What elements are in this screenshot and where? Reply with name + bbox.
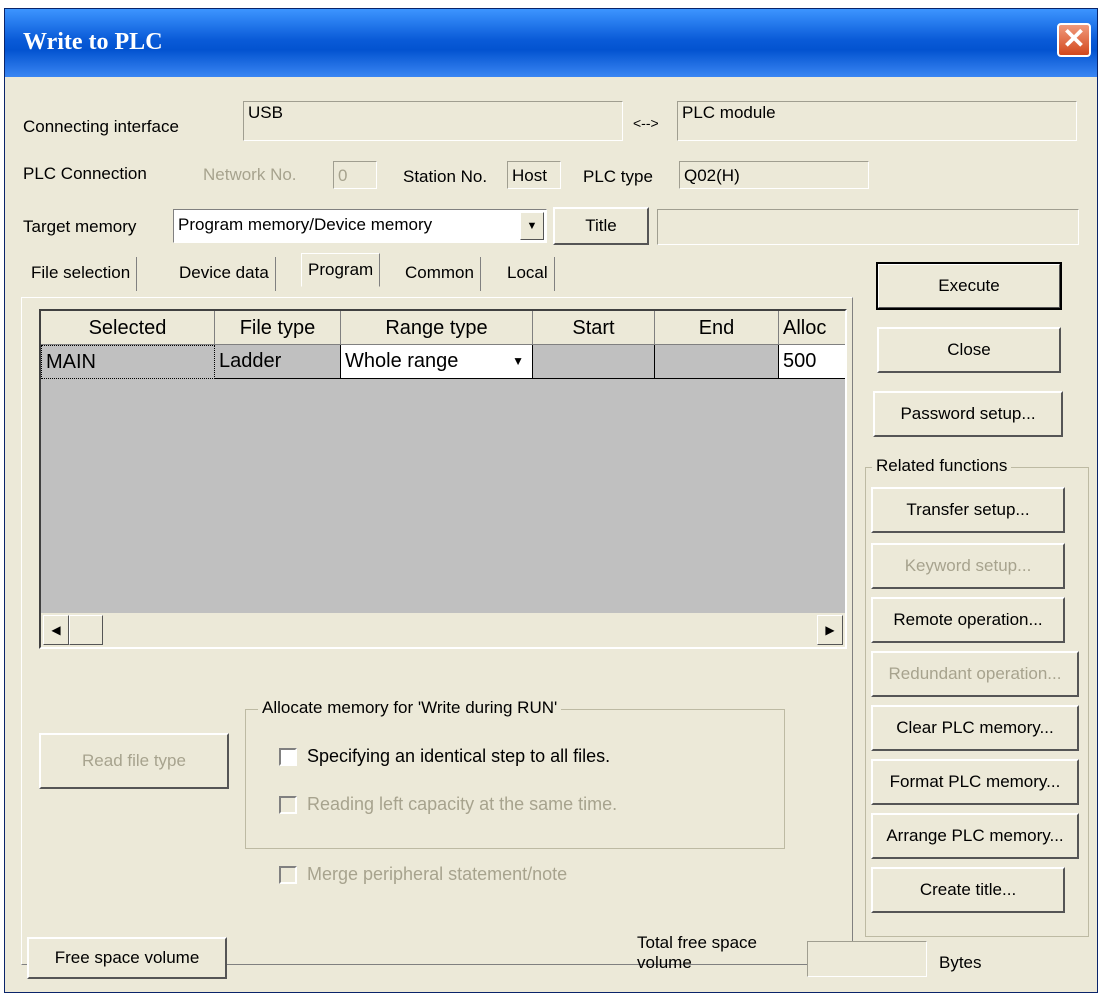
target-memory-select[interactable]: Program memory/Device memory ▼ bbox=[173, 209, 547, 243]
connecting-interface-field: USB bbox=[243, 101, 623, 141]
column-header-range-type[interactable]: Range type bbox=[341, 311, 533, 345]
total-free-space-field bbox=[807, 941, 927, 977]
execute-button[interactable]: Execute bbox=[876, 262, 1062, 310]
close-icon[interactable]: ✕ bbox=[1057, 23, 1091, 57]
clear-plc-memory-button[interactable]: Clear PLC memory... bbox=[871, 705, 1079, 751]
plc-connection-label: PLC Connection bbox=[23, 164, 147, 183]
scroll-left-icon[interactable]: ◀ bbox=[43, 615, 69, 645]
column-header-alloc[interactable]: Alloc bbox=[779, 311, 845, 345]
connecting-interface-label: Connecting interface bbox=[23, 117, 179, 136]
target-memory-label: Target memory bbox=[23, 217, 137, 236]
checkbox-icon[interactable] bbox=[279, 748, 297, 767]
write-to-plc-dialog: Write to PLC ✕ Connecting interface USB … bbox=[4, 8, 1098, 993]
bytes-label: Bytes bbox=[939, 953, 982, 972]
password-setup-button[interactable]: Password setup... bbox=[873, 391, 1063, 437]
tab-file-selection[interactable]: File selection bbox=[25, 257, 138, 291]
cell-range-type[interactable]: Whole range ▼ bbox=[341, 345, 533, 379]
column-header-start[interactable]: Start bbox=[533, 311, 655, 345]
station-no-field: Host bbox=[507, 161, 561, 189]
program-table[interactable]: Selected File type Range type Start End … bbox=[39, 309, 847, 649]
column-header-selected[interactable]: Selected bbox=[41, 311, 215, 345]
cell-alloc[interactable]: 500 bbox=[779, 345, 845, 379]
scroll-right-icon[interactable]: ▶ bbox=[817, 615, 843, 645]
network-no-label: Network No. bbox=[203, 165, 297, 184]
chevron-down-icon[interactable]: ▼ bbox=[512, 345, 524, 377]
station-no-label: Station No. bbox=[403, 167, 488, 186]
horizontal-scrollbar[interactable]: ◀ ▶ bbox=[41, 613, 845, 647]
reading-left-capacity-checkbox[interactable]: Reading left capacity at the same time. bbox=[279, 794, 617, 815]
remote-operation-button[interactable]: Remote operation... bbox=[871, 597, 1065, 643]
target-memory-value: Program memory/Device memory bbox=[178, 215, 433, 234]
read-file-type-button[interactable]: Read file type bbox=[39, 733, 229, 789]
related-functions-title: Related functions bbox=[872, 456, 1012, 476]
plc-module-field: PLC module bbox=[677, 101, 1077, 141]
title-button[interactable]: Title bbox=[553, 207, 649, 245]
tab-common[interactable]: Common bbox=[399, 257, 481, 291]
tab-strip: File selection Device data Program Commo… bbox=[25, 253, 585, 291]
merge-statement-checkbox[interactable]: Merge peripheral statement/note bbox=[279, 864, 567, 885]
plc-type-field: Q02(H) bbox=[679, 161, 869, 189]
column-header-end[interactable]: End bbox=[655, 311, 779, 345]
transfer-setup-button[interactable]: Transfer setup... bbox=[871, 487, 1065, 533]
close-button[interactable]: Close bbox=[877, 327, 1061, 373]
free-space-volume-button[interactable]: Free space volume bbox=[27, 937, 227, 979]
title-field[interactable] bbox=[657, 209, 1079, 245]
arrange-plc-memory-button[interactable]: Arrange PLC memory... bbox=[871, 813, 1079, 859]
range-type-value: Whole range bbox=[345, 350, 459, 372]
cell-selected[interactable]: MAIN bbox=[41, 345, 215, 379]
checkbox-icon bbox=[279, 866, 297, 885]
tab-local[interactable]: Local bbox=[501, 257, 555, 291]
create-title-button[interactable]: Create title... bbox=[871, 867, 1065, 913]
identical-step-checkbox[interactable]: Specifying an identical step to all file… bbox=[279, 746, 610, 767]
format-plc-memory-button[interactable]: Format PLC memory... bbox=[871, 759, 1079, 805]
keyword-setup-button[interactable]: Keyword setup... bbox=[871, 543, 1065, 589]
cell-end[interactable] bbox=[655, 345, 779, 379]
cell-start[interactable] bbox=[533, 345, 655, 379]
window-title: Write to PLC bbox=[23, 29, 163, 55]
reading-left-capacity-label: Reading left capacity at the same time. bbox=[307, 794, 618, 814]
merge-statement-label: Merge peripheral statement/note bbox=[307, 864, 568, 884]
connection-arrow: <--> bbox=[633, 115, 659, 131]
chevron-down-icon[interactable]: ▼ bbox=[520, 212, 544, 240]
allocate-memory-title: Allocate memory for 'Write during RUN' bbox=[258, 698, 562, 718]
tab-program[interactable]: Program bbox=[301, 253, 381, 287]
identical-step-label: Specifying an identical step to all file… bbox=[307, 746, 611, 766]
scroll-thumb[interactable] bbox=[69, 615, 103, 645]
tab-device-data[interactable]: Device data bbox=[173, 257, 276, 291]
cell-file-type[interactable]: Ladder bbox=[215, 345, 341, 379]
title-bar[interactable]: Write to PLC ✕ bbox=[5, 9, 1097, 77]
plc-type-label: PLC type bbox=[583, 167, 653, 186]
redundant-operation-button[interactable]: Redundant operation... bbox=[871, 651, 1079, 697]
column-header-file-type[interactable]: File type bbox=[215, 311, 341, 345]
total-free-space-label: Total free space volume bbox=[637, 933, 758, 972]
allocate-memory-group: Allocate memory for 'Write during RUN' bbox=[245, 698, 785, 849]
checkbox-icon bbox=[279, 796, 297, 815]
network-no-field: 0 bbox=[333, 161, 377, 189]
